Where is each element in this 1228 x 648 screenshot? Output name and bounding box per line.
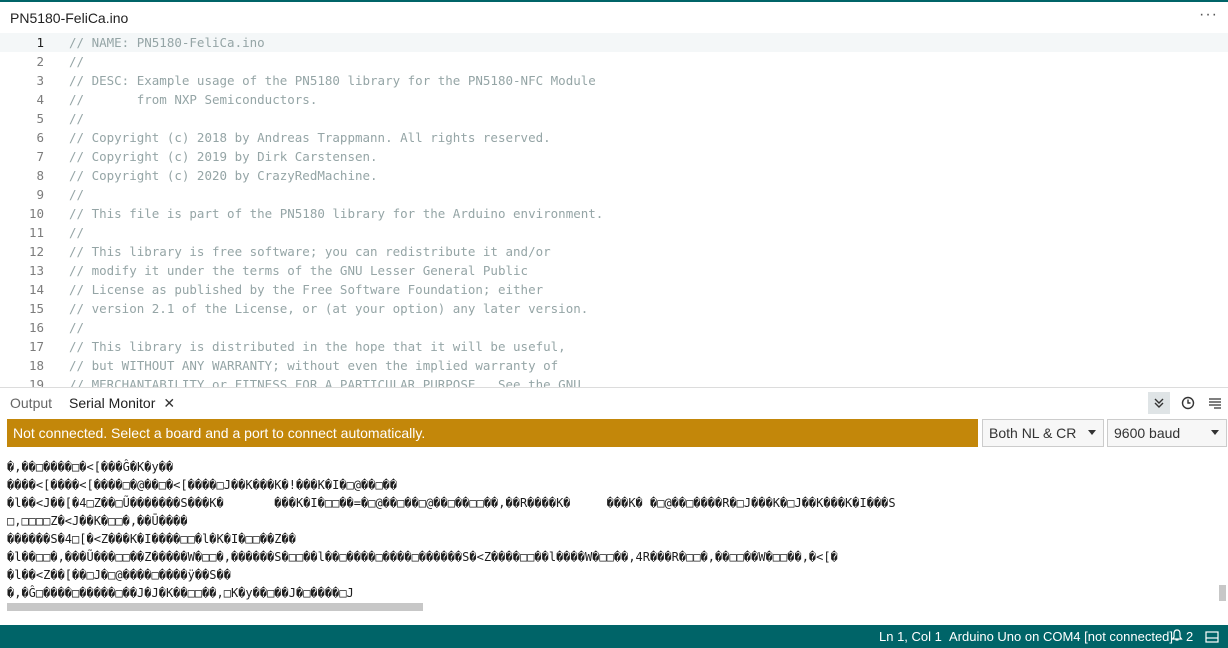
serial-line: ����<[����<[����□�@��□�<[����□J��K���K�!… <box>7 478 398 492</box>
code-line: 17 // This library is distributed in the … <box>0 337 1228 356</box>
code-line: 12 // This library is free software; you … <box>0 242 1228 261</box>
code-text: // This file is part of the PN5180 libra… <box>69 206 604 221</box>
serial-line: �l��□□�,���Ũ���□□��Z�����W�□□�,������S�□… <box>7 550 838 564</box>
more-actions-icon[interactable]: ··· <box>1199 6 1218 24</box>
clock-icon[interactable] <box>1177 392 1199 414</box>
code-text: // <box>69 225 85 240</box>
code-line: 4 // from NXP Semiconductors. <box>0 90 1228 109</box>
code-line: 13 // modify it under the terms of the GN… <box>0 261 1228 280</box>
chevrons-down-icon[interactable] <box>1148 392 1170 414</box>
line-number: 14 <box>28 282 44 297</box>
line-number: 16 <box>28 320 44 335</box>
code-line: 18 // but WITHOUT ANY WARRANTY; without e… <box>0 356 1228 375</box>
code-text: // version 2.1 of the License, or (at yo… <box>69 301 589 316</box>
code-text: // NAME: PN5180-FeliCa.ino <box>69 35 265 50</box>
baud-rate-select[interactable]: 9600 baud <box>1107 419 1227 447</box>
tab-output[interactable]: Output <box>10 388 52 418</box>
line-number: 13 <box>28 263 44 278</box>
code-line: 8 // Copyright (c) 2020 by CrazyRedMachin… <box>0 166 1228 185</box>
code-text: // Copyright (c) 2019 by Dirk Carstensen… <box>69 149 378 164</box>
editor-tab-file[interactable]: PN5180-FeliCa.ino <box>0 2 139 34</box>
status-bar: Ln 1, Col 1 Arduino Uno on COM4 [not con… <box>0 625 1228 648</box>
code-line: 1 // NAME: PN5180-FeliCa.ino <box>0 33 1228 52</box>
chevron-down-icon <box>1088 430 1096 435</box>
chevron-down-icon <box>1211 430 1219 435</box>
notifications[interactable]: 2 <box>1171 625 1193 648</box>
serial-line: �,�Ĝ□����□�����□��J�J�K��□□��,□K�y��□��J… <box>7 586 354 600</box>
line-number: 10 <box>28 206 44 221</box>
line-number: 5 <box>36 111 44 126</box>
close-icon[interactable]: ✕ <box>163 395 175 412</box>
code-text: // MERCHANTABILITY or FITNESS FOR A PART… <box>69 377 581 387</box>
line-number: 12 <box>28 244 44 259</box>
bell-icon <box>1171 628 1183 645</box>
code-editor[interactable]: 1 // NAME: PN5180-FeliCa.ino 2 // 3 // DESC… <box>0 33 1228 387</box>
code-line: 6 // Copyright (c) 2018 by Andreas Trappm… <box>0 128 1228 147</box>
line-number: 1 <box>36 35 44 50</box>
line-number: 3 <box>36 73 44 88</box>
code-line: 16 // <box>0 318 1228 337</box>
code-line: 14 // License as published by the Free So… <box>0 280 1228 299</box>
serial-line: �,��□����□�<[���Ĝ�K�y�� <box>7 460 174 474</box>
editor-tab-bar: PN5180-FeliCa.ino ··· <box>0 2 1228 34</box>
line-number: 4 <box>36 92 44 107</box>
code-line: 19 // MERCHANTABILITY or FITNESS FOR A PA… <box>0 375 1228 387</box>
line-number: 19 <box>28 377 44 387</box>
toggle-panel-icon[interactable] <box>1205 625 1219 648</box>
panel-tab-bar: Output Serial Monitor ✕ <box>0 388 1228 418</box>
line-number: 11 <box>28 225 44 240</box>
line-ending-value: Both NL & CR <box>989 425 1077 441</box>
code-line: 9 // <box>0 185 1228 204</box>
code-line: 10 // This file is part of the PN5180 lib… <box>0 204 1228 223</box>
board-status[interactable]: Arduino Uno on COM4 [not connected] <box>949 625 1173 648</box>
tab-serial-monitor-label: Serial Monitor <box>69 395 156 411</box>
serial-vertical-scrollbar[interactable] <box>1219 585 1226 601</box>
notification-count: 2 <box>1186 629 1194 644</box>
code-text: // modify it under the terms of the GNU … <box>69 263 529 278</box>
cursor-position[interactable]: Ln 1, Col 1 <box>879 625 942 648</box>
line-ending-select[interactable]: Both NL & CR <box>982 419 1104 447</box>
serial-line: �l��<Z��[��□J�□@����□����ÿ��S�� <box>7 568 231 582</box>
line-number: 9 <box>36 187 44 202</box>
tab-output-label: Output <box>10 395 53 411</box>
code-line: 15 // version 2.1 of the License, or (at … <box>0 299 1228 318</box>
serial-output[interactable]: �,��□����□�<[���Ĝ�K�y�� ����<[����<[����… <box>0 451 1228 621</box>
code-text: // <box>69 54 85 69</box>
serial-line: �l��<J��[�4□Z��□Ũ�������S���K� ���K�I�□□… <box>7 496 896 510</box>
code-line: 11 // <box>0 223 1228 242</box>
code-line: 2 // <box>0 52 1228 71</box>
line-number: 8 <box>36 168 44 183</box>
code-line: 7 // Copyright (c) 2019 by Dirk Carstense… <box>0 147 1228 166</box>
baud-rate-value: 9600 baud <box>1114 425 1181 441</box>
line-number: 6 <box>36 130 44 145</box>
connection-notice: Not connected. Select a board and a port… <box>7 419 978 447</box>
code-text: // License as published by the Free Soft… <box>69 282 544 297</box>
code-text: // Copyright (c) 2018 by Andreas Trappma… <box>69 130 551 145</box>
line-number: 15 <box>28 301 44 316</box>
code-text: // <box>69 320 85 335</box>
code-text: // from NXP Semiconductors. <box>69 92 318 107</box>
line-number: 17 <box>28 339 44 354</box>
connection-notice-text: Not connected. Select a board and a port… <box>13 425 426 441</box>
line-number: 18 <box>28 358 44 373</box>
code-text: // Copyright (c) 2020 by CrazyRedMachine… <box>69 168 378 183</box>
serial-line: □,□□□□Z�<J��K�□□�,��Ū���� <box>7 514 188 528</box>
menu-lines-icon[interactable] <box>1204 392 1226 414</box>
code-line: 3 // DESC: Example usage of the PN5180 li… <box>0 71 1228 90</box>
tab-serial-monitor[interactable]: Serial Monitor ✕ <box>69 388 175 418</box>
line-number: 7 <box>36 149 44 164</box>
code-text: // <box>69 187 85 202</box>
code-text: // This library is free software; you ca… <box>69 244 551 259</box>
code-text: // <box>69 111 85 126</box>
code-text: // This library is distributed in the ho… <box>69 339 566 354</box>
serial-line: ������S�4□[�<Z���K�I����□□�l�K�I�□□��Z�� <box>7 532 296 546</box>
code-text: // but WITHOUT ANY WARRANTY; without eve… <box>69 358 559 373</box>
line-number: 2 <box>36 54 44 69</box>
serial-horizontal-scrollbar[interactable] <box>7 603 423 611</box>
code-text: // DESC: Example usage of the PN5180 lib… <box>69 73 596 88</box>
code-line: 5 // <box>0 109 1228 128</box>
editor-tab-label: PN5180-FeliCa.ino <box>10 9 129 26</box>
